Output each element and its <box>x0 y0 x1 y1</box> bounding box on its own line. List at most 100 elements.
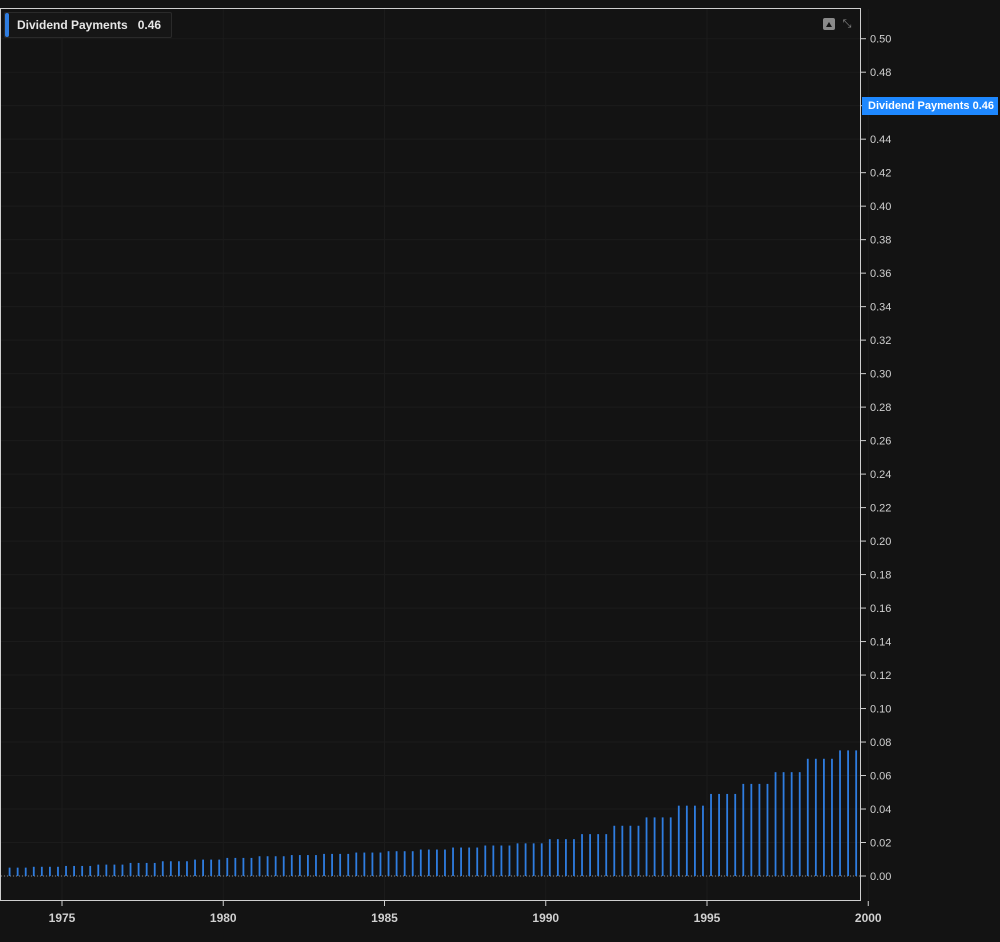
y-tick-label: 0.16 <box>870 603 891 615</box>
bar <box>484 845 487 876</box>
bar <box>774 772 777 876</box>
bar <box>661 817 664 876</box>
y-tick-label: 0.22 <box>870 503 891 515</box>
bar <box>452 847 454 876</box>
y-tick-label: 0.28 <box>870 402 891 414</box>
bar <box>242 857 245 876</box>
bar <box>315 855 317 876</box>
y-tick-label: 0.32 <box>870 335 891 347</box>
bar <box>613 825 616 876</box>
bar <box>492 845 495 876</box>
bar <box>685 805 688 876</box>
bar <box>798 772 801 876</box>
y-tick-label: 0.00 <box>870 871 891 883</box>
bar <box>194 859 196 876</box>
bar <box>274 856 277 876</box>
bar <box>298 855 301 876</box>
bar <box>403 851 406 876</box>
y-tick-label: 0.18 <box>870 570 891 582</box>
legend[interactable]: Dividend Payments 0.46 <box>4 12 173 38</box>
bar <box>476 847 479 876</box>
bar <box>121 864 124 876</box>
x-tick-label: 1985 <box>371 911 398 925</box>
y-tick-label: 0.20 <box>870 536 891 548</box>
arrow-up-icon[interactable] <box>823 18 835 30</box>
bar <box>153 862 156 876</box>
bar <box>24 867 27 876</box>
bar <box>49 866 51 876</box>
bar <box>73 865 75 876</box>
bar <box>258 856 261 876</box>
bar <box>597 834 600 876</box>
bar <box>556 839 559 876</box>
bar <box>178 861 180 876</box>
bar <box>129 862 132 876</box>
bar <box>363 852 366 876</box>
bar <box>97 864 100 876</box>
bar <box>734 793 737 876</box>
bar <box>40 866 43 876</box>
bar <box>226 857 229 876</box>
bar <box>847 750 849 876</box>
bar <box>718 793 720 876</box>
bar <box>218 859 221 876</box>
bar <box>57 866 59 876</box>
bar <box>468 847 471 876</box>
y-tick-label: 0.36 <box>870 268 891 280</box>
bar <box>750 783 753 876</box>
bar <box>427 849 430 876</box>
bar <box>855 750 858 876</box>
bar <box>419 849 422 876</box>
y-tick-label: 0.04 <box>870 804 891 816</box>
bar <box>323 853 325 876</box>
y-tick-label: 0.24 <box>870 469 891 481</box>
bar <box>8 867 11 876</box>
bar <box>500 845 503 876</box>
bar <box>331 853 333 876</box>
bar <box>790 772 793 876</box>
bar <box>677 805 680 876</box>
bar <box>169 861 172 876</box>
bar <box>831 758 833 876</box>
dividend-chart: 0.00 0.02 0.04 0.06 0.08 0.10 0.12 0.14 0.16 0.18… <box>0 8 891 925</box>
bar <box>379 852 382 876</box>
legend-series-value: 0.46 <box>137 18 162 32</box>
y-tick-label: 0.40 <box>870 201 891 213</box>
bar <box>806 758 809 876</box>
bar <box>548 839 551 876</box>
collapse-icon[interactable]: ⤡ <box>841 18 853 30</box>
bar <box>532 843 535 876</box>
bar <box>137 862 140 876</box>
bar <box>234 857 237 876</box>
x-tick-label: 1980 <box>210 911 237 925</box>
bar <box>395 851 398 876</box>
bar <box>387 851 390 876</box>
bar <box>669 817 672 876</box>
bar <box>814 758 817 876</box>
bar <box>839 750 841 876</box>
bar <box>81 865 84 876</box>
bar <box>411 851 414 876</box>
x-tick-label: 1990 <box>532 911 559 925</box>
y-tick-label: 0.10 <box>870 704 891 716</box>
bar <box>161 861 164 876</box>
y-tick-label: 0.02 <box>870 838 891 850</box>
bar <box>282 856 285 876</box>
y-tick-label: 0.48 <box>870 67 891 79</box>
bar <box>565 839 567 876</box>
bar <box>742 783 745 876</box>
bar <box>65 865 67 876</box>
bar <box>307 855 309 876</box>
last-value-series-name: Dividend Payments <box>868 100 970 112</box>
bar <box>444 849 446 876</box>
bar <box>290 855 293 876</box>
y-tick-label: 0.50 <box>870 34 891 46</box>
y-tick-label: 0.08 <box>870 737 891 749</box>
bar <box>589 834 591 876</box>
bar <box>339 853 342 876</box>
x-tick-label: 1995 <box>694 911 721 925</box>
bar <box>758 783 761 876</box>
bar <box>210 859 213 876</box>
bar <box>637 825 640 876</box>
bar <box>16 867 19 876</box>
